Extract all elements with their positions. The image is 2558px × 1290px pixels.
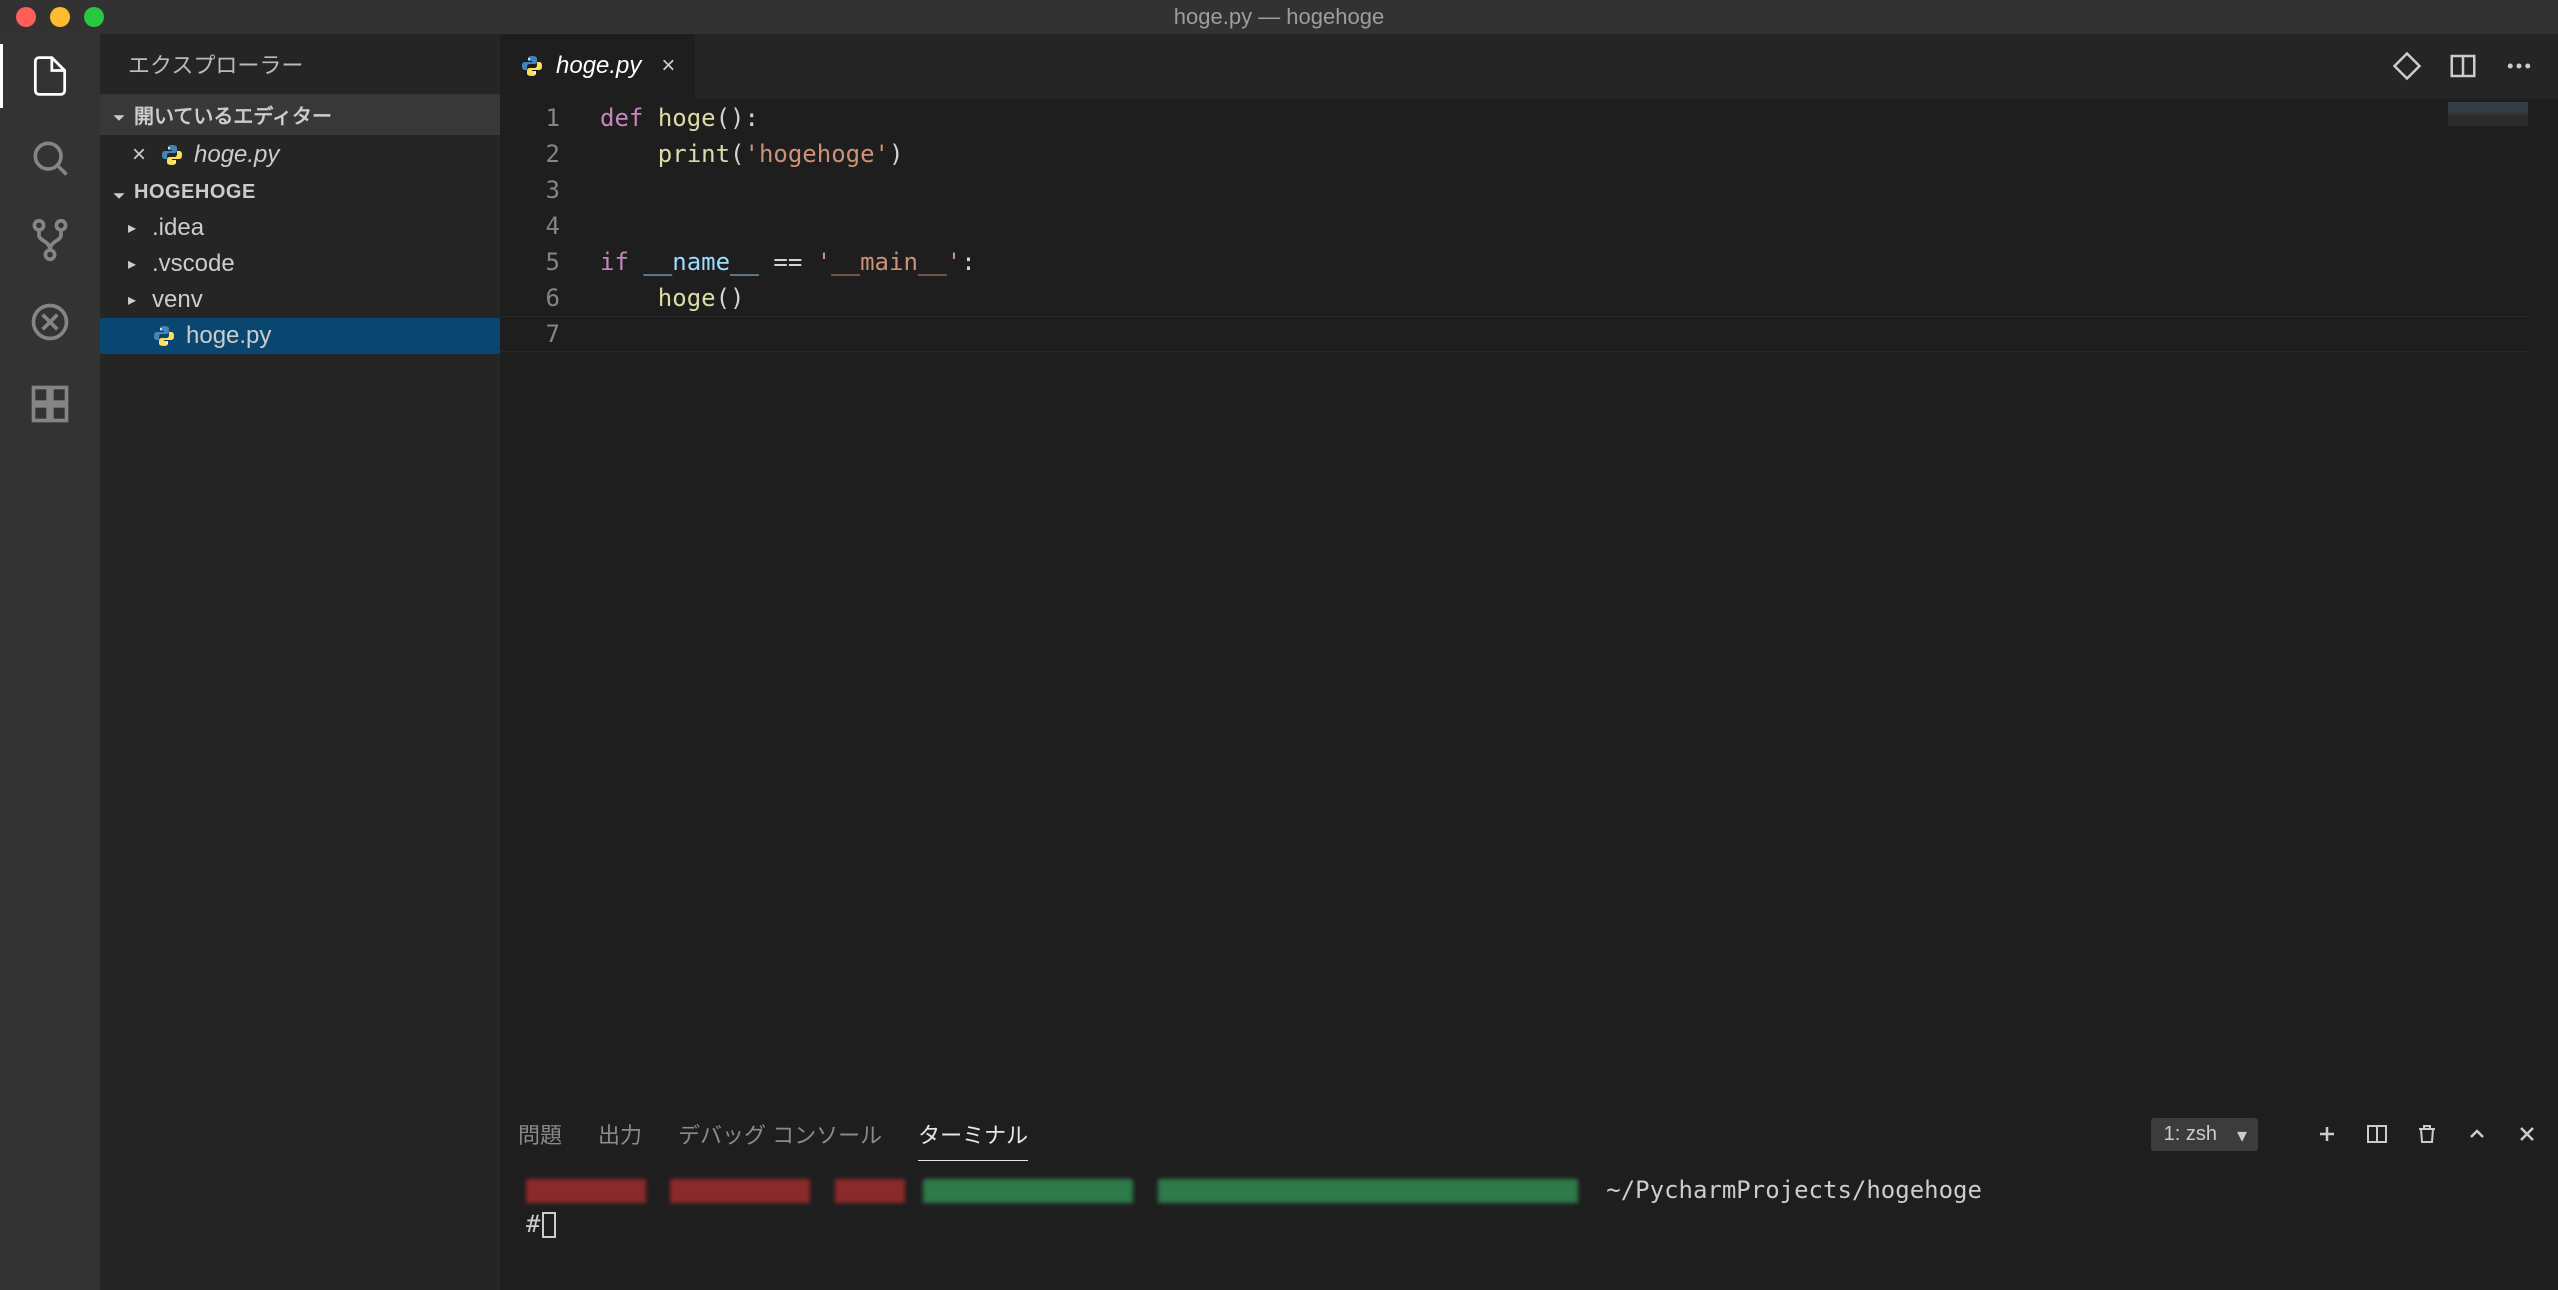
open-editor-filename: hoge.py (194, 141, 279, 169)
window-title: hoge.py — hogehoge (1174, 4, 1384, 30)
close-icon[interactable]: × (128, 141, 150, 169)
chevron-down-icon (112, 108, 126, 122)
tab-bar: hoge.py × (500, 34, 2558, 98)
maximize-panel-icon[interactable] (2464, 1121, 2490, 1147)
open-editor-item[interactable]: × hoge.py (100, 135, 500, 175)
tree-folder-vscode[interactable]: ▸ .vscode (100, 246, 500, 282)
tree-file-hoge[interactable]: hoge.py (100, 318, 500, 354)
terminal-prompt: # (526, 1210, 540, 1238)
traffic-lights (0, 7, 104, 27)
source-control-icon[interactable] (26, 216, 74, 264)
folder-name: venv (152, 286, 203, 314)
editor-region: hoge.py × 1 2 3 (500, 34, 2558, 1290)
terminal-selector[interactable]: 1: zsh (2151, 1118, 2258, 1151)
panel-tab-output[interactable]: 出力 (598, 1108, 642, 1160)
extensions-icon[interactable] (26, 380, 74, 428)
redacted-text (923, 1179, 1133, 1203)
panel-tab-terminal[interactable]: ターミナル (918, 1108, 1028, 1161)
tree-folder-idea[interactable]: ▸ .idea (100, 210, 500, 246)
file-name: hoge.py (186, 322, 271, 350)
redacted-text (835, 1179, 905, 1203)
chevron-right-icon: ▸ (128, 218, 142, 238)
panel-tabs: 問題 出力 デバッグ コンソール ターミナル 1: zsh (500, 1105, 2558, 1163)
explorer-icon[interactable] (26, 52, 74, 100)
more-icon[interactable] (2504, 51, 2534, 81)
redacted-text (526, 1179, 646, 1203)
code-editor[interactable]: 1 2 3 4 5 6 7 def hoge(): print('hogehog… (500, 98, 2558, 1104)
debug-icon[interactable] (26, 298, 74, 346)
tab-filename: hoge.py (556, 52, 641, 80)
panel-tab-debug-console[interactable]: デバッグ コンソール (678, 1108, 882, 1160)
tree-folder-venv[interactable]: ▸ venv (100, 282, 500, 318)
workspace: エクスプローラー 開いているエディター × hoge.py HOGEHOGE ▸… (0, 34, 2558, 1290)
sidebar: エクスプローラー 開いているエディター × hoge.py HOGEHOGE ▸… (100, 34, 500, 1290)
trash-icon[interactable] (2414, 1121, 2440, 1147)
search-icon[interactable] (26, 134, 74, 182)
panel-tab-problems[interactable]: 問題 (518, 1108, 562, 1160)
terminal-content[interactable]: ~/PycharmProjects/hogehoge # (500, 1163, 2558, 1290)
minimap[interactable] (2448, 102, 2528, 126)
tab-hoge[interactable]: hoge.py × (500, 34, 695, 98)
line-gutter: 1 2 3 4 5 6 7 (500, 98, 600, 1104)
terminal-path: ~/PycharmProjects/hogehoge (1606, 1176, 1982, 1204)
split-editor-icon[interactable] (2448, 51, 2478, 81)
python-file-icon (520, 54, 544, 78)
folder-name: .vscode (152, 250, 235, 278)
chevron-down-icon (112, 186, 126, 200)
python-file-icon (160, 143, 184, 167)
terminal-cursor (542, 1212, 556, 1238)
python-file-icon (152, 324, 176, 348)
chevron-right-icon: ▸ (128, 290, 142, 310)
folder-name: .idea (152, 214, 204, 242)
close-icon[interactable]: × (653, 52, 675, 80)
split-terminal-icon[interactable] (2364, 1121, 2390, 1147)
sidebar-title: エクスプローラー (100, 34, 500, 94)
maximize-window-button[interactable] (84, 7, 104, 27)
close-panel-icon[interactable] (2514, 1121, 2540, 1147)
open-editors-header[interactable]: 開いているエディター (100, 94, 500, 135)
close-window-button[interactable] (16, 7, 36, 27)
panel-actions (2294, 1121, 2540, 1147)
workspace-name: HOGEHOGE (134, 181, 256, 204)
redacted-text (1158, 1179, 1578, 1203)
minimize-window-button[interactable] (50, 7, 70, 27)
chevron-right-icon: ▸ (128, 254, 142, 274)
editor-actions (2392, 51, 2558, 81)
titlebar: hoge.py — hogehoge (0, 0, 2558, 34)
activity-bar (0, 34, 100, 1290)
diff-icon[interactable] (2392, 51, 2422, 81)
workspace-header[interactable]: HOGEHOGE (100, 175, 500, 210)
open-editors-label: 開いているエディター (134, 100, 332, 129)
bottom-panel: 問題 出力 デバッグ コンソール ターミナル 1: zsh (500, 1104, 2558, 1290)
code-content[interactable]: def hoge(): print('hogehoge') if __name_… (600, 98, 2558, 1104)
redacted-text (670, 1179, 810, 1203)
new-terminal-icon[interactable] (2314, 1121, 2340, 1147)
